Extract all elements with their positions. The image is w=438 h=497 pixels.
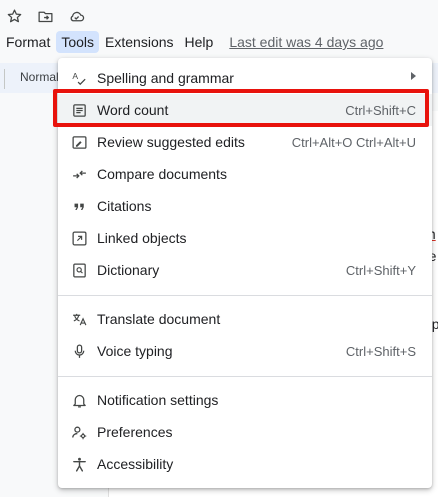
menu-separator	[58, 295, 432, 296]
menu-help[interactable]: Help	[180, 31, 219, 53]
review-edits-icon	[71, 134, 88, 151]
menu-item-dictionary[interactable]: Dictionary Ctrl+Shift+Y	[58, 254, 432, 286]
linked-objects-icon	[71, 230, 88, 247]
menu-item-compare-documents[interactable]: Compare documents	[58, 158, 432, 190]
menu-item-label: Compare documents	[97, 166, 227, 182]
menu-item-shortcut: Ctrl+Shift+Y	[345, 263, 416, 278]
submenu-arrow-icon	[411, 72, 416, 80]
menu-item-label: Linked objects	[97, 230, 187, 246]
menu-extensions[interactable]: Extensions	[100, 31, 178, 53]
menu-item-label: Review suggested edits	[97, 134, 245, 150]
menu-bar: Format Tools Extensions Help Last edit w…	[0, 30, 383, 54]
cloud-status-icon[interactable]	[68, 8, 85, 25]
paragraph-style-select[interactable]: Normal	[20, 70, 59, 84]
menu-item-notification-settings[interactable]: Notification settings	[58, 384, 432, 416]
menu-item-label: Notification settings	[97, 392, 219, 408]
title-icon-row	[6, 6, 85, 26]
menu-item-label: Spelling and grammar	[97, 70, 234, 86]
menu-tools[interactable]: Tools	[56, 31, 100, 53]
menu-separator	[58, 376, 432, 377]
menu-item-label: Citations	[97, 198, 152, 214]
star-icon[interactable]	[6, 8, 23, 25]
left-margin	[0, 111, 58, 497]
bell-icon	[71, 392, 88, 409]
dictionary-icon	[71, 262, 88, 279]
menu-item-label: Dictionary	[97, 262, 160, 278]
microphone-icon	[71, 343, 88, 360]
menu-item-linked-objects[interactable]: Linked objects	[58, 222, 432, 254]
menu-item-voice-typing[interactable]: Voice typing Ctrl+Shift+S	[58, 335, 432, 367]
quote-icon	[71, 198, 88, 215]
translate-icon	[71, 311, 88, 328]
menu-item-translate-document[interactable]: Translate document	[58, 303, 432, 335]
word-count-highlight-box	[53, 89, 429, 127]
toolbar-divider	[4, 69, 5, 89]
accessibility-icon	[71, 456, 88, 473]
preferences-icon	[71, 424, 88, 441]
menu-item-label: Accessibility	[97, 456, 174, 472]
compare-icon	[71, 166, 88, 183]
svg-text:A: A	[72, 71, 78, 81]
menu-item-label: Voice typing	[97, 343, 173, 359]
menu-format[interactable]: Format	[0, 31, 55, 53]
spellcheck-icon: A	[71, 70, 88, 87]
menu-item-accessibility[interactable]: Accessibility	[58, 448, 432, 480]
menu-item-review-suggested-edits[interactable]: Review suggested edits Ctrl+Alt+O Ctrl+A…	[58, 126, 432, 158]
last-edit-link[interactable]: Last edit was 4 days ago	[229, 34, 383, 50]
menu-item-label: Preferences	[97, 424, 173, 440]
menu-item-label: Translate document	[97, 311, 221, 327]
menu-item-preferences[interactable]: Preferences	[58, 416, 432, 448]
menu-item-shortcut: Ctrl+Alt+O Ctrl+Alt+U	[291, 135, 416, 150]
move-to-folder-icon[interactable]	[37, 8, 54, 25]
menu-item-citations[interactable]: Citations	[58, 190, 432, 222]
menu-item-shortcut: Ctrl+Shift+S	[345, 344, 416, 359]
